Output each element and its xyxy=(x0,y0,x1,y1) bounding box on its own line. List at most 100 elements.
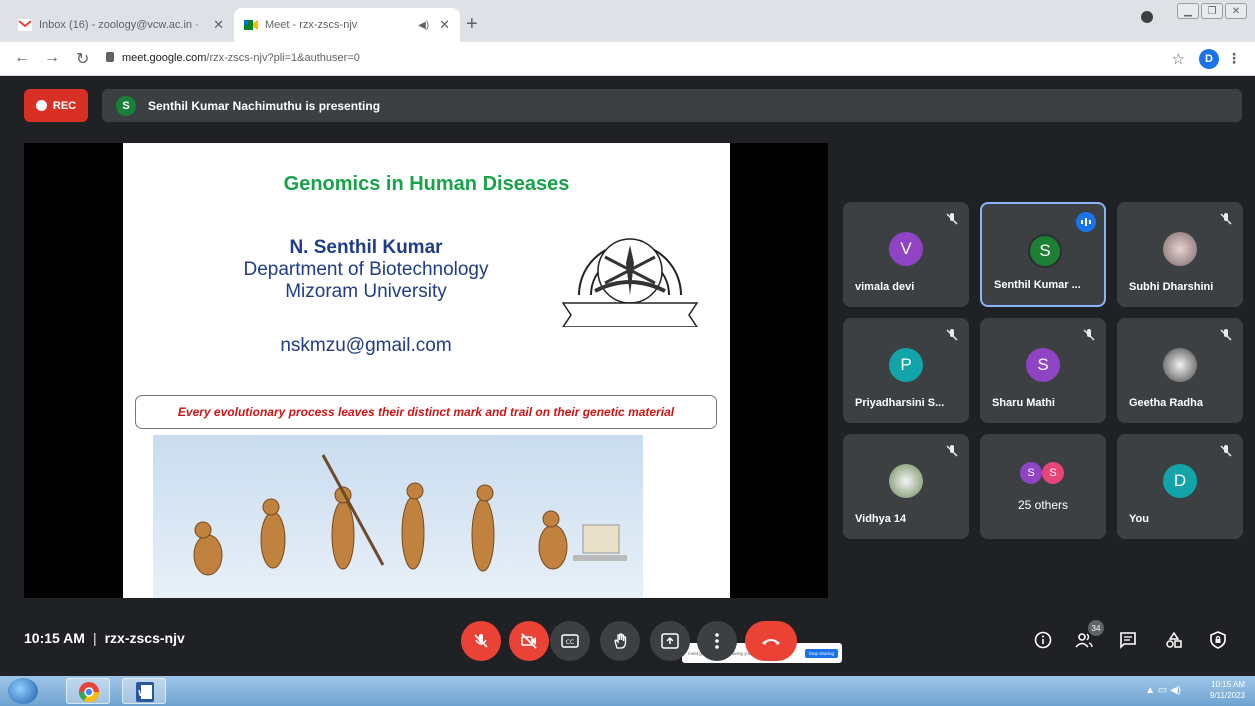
others-count-label: 25 others xyxy=(1017,498,1069,512)
browser-menu-icon[interactable]: ⋮ xyxy=(1227,50,1241,67)
camera-toggle-button[interactable] xyxy=(509,621,549,661)
participant-tile[interactable]: S Sharu Mathi xyxy=(980,318,1106,423)
chat-icon xyxy=(1120,632,1136,649)
browser-tab-bar: Inbox (16) - zoology@vcw.ac.in · ✕ Meet … xyxy=(0,0,1255,42)
forward-icon[interactable]: → xyxy=(44,49,60,67)
camera-off-icon xyxy=(521,633,537,649)
slide-title: Genomics in Human Diseases xyxy=(283,173,570,195)
presenting-banner: S Senthil Kumar Nachimuthu is presenting xyxy=(102,89,1242,122)
leave-call-button[interactable] xyxy=(745,621,797,661)
participant-tile[interactable]: Geetha Radha xyxy=(1117,318,1243,423)
present-icon xyxy=(661,633,679,649)
mic-off-icon xyxy=(1220,445,1232,457)
present-screen-button[interactable] xyxy=(650,621,690,661)
meet-window: REC S Senthil Kumar Nachimuthu is presen… xyxy=(0,76,1255,676)
profile-avatar[interactable]: D xyxy=(1199,49,1219,69)
lock-icon[interactable] xyxy=(106,52,114,62)
participant-avatar: D xyxy=(1163,464,1197,498)
meeting-code: rzx-zscs-njv xyxy=(104,630,185,646)
more-options-button[interactable] xyxy=(697,621,737,661)
microphone-toggle-button[interactable] xyxy=(461,621,501,661)
participant-tile[interactable]: Vidhya 14 xyxy=(843,434,969,539)
gmail-icon xyxy=(18,19,32,31)
windows-start-icon[interactable] xyxy=(8,678,38,704)
bookmark-star-icon[interactable]: ☆ xyxy=(1172,50,1185,68)
stop-sharing-button[interactable]: Stop sharing xyxy=(804,648,838,658)
mic-off-icon xyxy=(1083,329,1095,341)
participant-tile-active-speaker[interactable]: S Senthil Kumar ... xyxy=(980,202,1106,307)
tab-title: Inbox (16) - zoology@vcw.ac.in · xyxy=(39,19,199,31)
word-icon: W xyxy=(136,682,154,702)
participant-avatar: S xyxy=(1026,348,1060,382)
participant-photo-avatar xyxy=(1163,348,1197,382)
meeting-details-button[interactable] xyxy=(1029,626,1057,654)
url-field[interactable]: meet.google.com/rzx-zscs-njv?pli=1&authu… xyxy=(122,52,360,64)
meeting-time: 10:15 AM xyxy=(24,630,85,646)
tab-meet[interactable]: Meet - rzx-zscs-njv ◀) ✕ xyxy=(234,8,460,42)
minimize-icon[interactable]: ▁ xyxy=(1177,3,1199,19)
participant-avatar: V xyxy=(889,232,923,266)
svg-text:W: W xyxy=(138,689,147,698)
reload-icon[interactable]: ↻ xyxy=(76,49,89,69)
participant-name: Senthil Kumar ... xyxy=(994,279,1081,291)
raise-hand-button[interactable] xyxy=(600,621,640,661)
back-icon[interactable]: ← xyxy=(14,49,30,67)
window-controls: ▁ ❐ ✕ xyxy=(1177,3,1247,19)
evolution-illustration xyxy=(153,435,643,598)
people-button[interactable]: 34 xyxy=(1070,620,1104,654)
university-logo xyxy=(561,238,699,327)
new-tab-button[interactable]: + xyxy=(466,14,478,34)
taskbar-chrome-app[interactable] xyxy=(66,678,110,704)
chrome-icon xyxy=(78,682,100,703)
slide-author-block: N. Senthil Kumar Department of Biotechno… xyxy=(241,237,491,303)
captions-icon: CC xyxy=(561,634,579,648)
mic-off-icon xyxy=(1220,329,1232,341)
activities-button[interactable] xyxy=(1160,626,1188,654)
meeting-info: 10:15 AM | rzx-zscs-njv xyxy=(24,630,185,646)
captions-button[interactable]: CC xyxy=(550,621,590,661)
participant-tile[interactable]: Subhi Dharshini xyxy=(1117,202,1243,307)
system-tray-icons[interactable]: ▲ ▭ ◀) xyxy=(1145,685,1181,696)
evolution-figures-icon xyxy=(193,454,627,576)
self-tile[interactable]: D You xyxy=(1117,434,1243,539)
close-window-icon[interactable]: ✕ xyxy=(1225,3,1247,19)
slide-quote: Every evolutionary process leaves their … xyxy=(135,395,717,429)
system-clock[interactable]: 10:15 AM 9/11/2023 xyxy=(1210,679,1245,701)
participant-avatar: P xyxy=(889,348,923,382)
slide-department: Department of Biotechnology xyxy=(243,259,489,280)
taskbar-word-app[interactable]: W xyxy=(122,678,166,704)
mic-off-icon xyxy=(946,445,958,457)
others-avatar: S xyxy=(1042,462,1064,484)
participant-photo-avatar xyxy=(1163,232,1197,266)
others-avatar: S xyxy=(1020,462,1042,484)
taskbar-date: 9/11/2023 xyxy=(1210,691,1245,700)
recording-badge[interactable]: REC xyxy=(24,89,88,122)
close-tab-icon[interactable]: ✕ xyxy=(213,17,224,33)
more-vert-icon xyxy=(715,633,719,649)
people-count-badge: 34 xyxy=(1088,620,1104,636)
participant-name: vimala devi xyxy=(855,281,915,293)
participant-name: Geetha Radha xyxy=(1129,397,1203,409)
slide-university: Mizoram University xyxy=(285,281,447,302)
chat-button[interactable] xyxy=(1114,626,1142,654)
phone-hangup-icon xyxy=(762,639,780,645)
restore-icon[interactable]: ❐ xyxy=(1201,3,1223,19)
address-bar: ← → ↻ meet.google.com/rzx-zscs-njv?pli=1… xyxy=(0,42,1255,76)
presentation-stage[interactable]: Genomics in Human Diseases N. Senthil Ku… xyxy=(24,143,842,663)
tab-gmail[interactable]: Inbox (16) - zoology@vcw.ac.in · ✕ xyxy=(8,8,234,42)
close-tab-icon[interactable]: ✕ xyxy=(439,17,450,33)
host-controls-button[interactable] xyxy=(1204,626,1232,654)
participant-tile[interactable]: V vimala devi xyxy=(843,202,969,307)
presenter-avatar: S xyxy=(116,95,136,116)
others-tile[interactable]: S S 25 others xyxy=(980,434,1106,539)
meet-icon xyxy=(244,20,258,30)
url-path: /rzx-zscs-njv?pli=1&authuser=0 xyxy=(206,52,360,64)
participant-tile[interactable]: P Priyadharsini S... xyxy=(843,318,969,423)
participant-name: Subhi Dharshini xyxy=(1129,281,1214,293)
browser-profile-icon[interactable] xyxy=(1141,11,1153,23)
meeting-separator: | xyxy=(92,630,97,646)
speaker-icon[interactable]: ◀) xyxy=(418,20,429,31)
slide: Genomics in Human Diseases N. Senthil Ku… xyxy=(123,143,730,598)
slide-author-name: N. Senthil Kumar xyxy=(289,237,443,258)
info-icon xyxy=(1034,631,1052,649)
